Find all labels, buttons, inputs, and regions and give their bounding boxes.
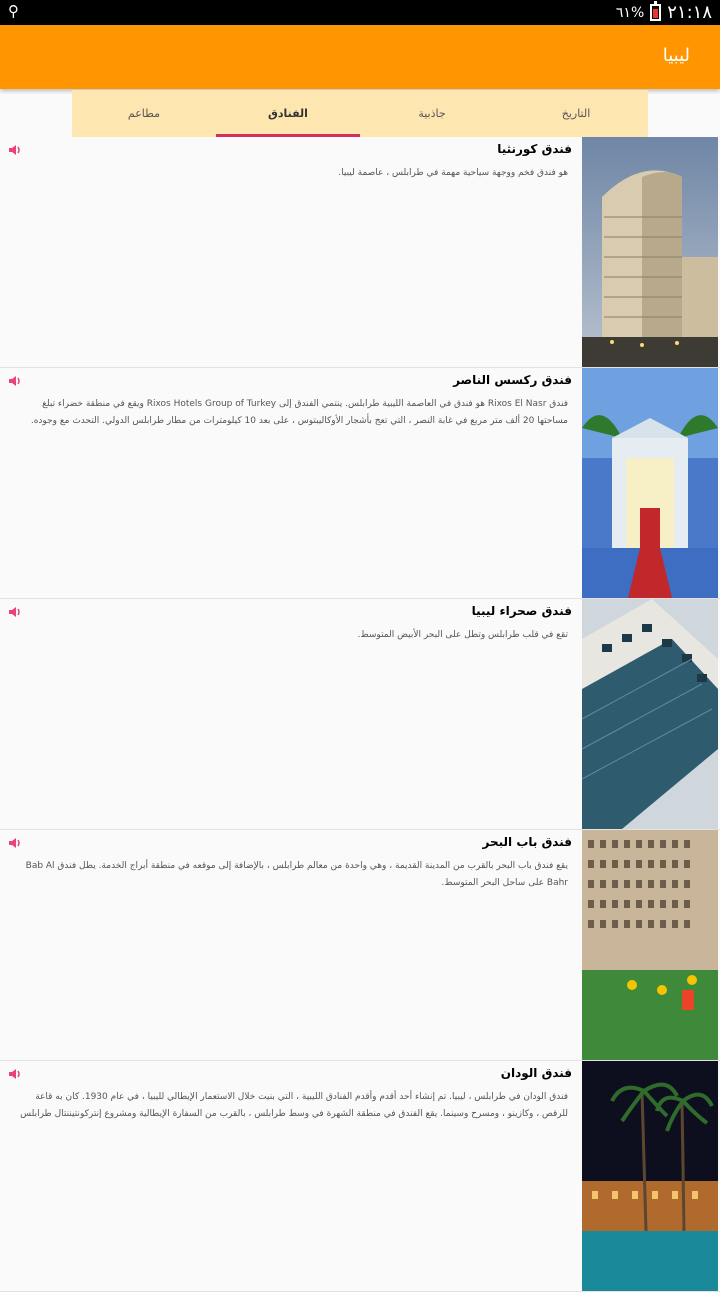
hotel-photo: [582, 830, 718, 1060]
item-description: تقع في قلب طرابلس وتطل على البحر الأبيض …: [357, 630, 568, 640]
tab-attractions[interactable]: جاذبية: [360, 90, 504, 137]
speaker-icon[interactable]: [8, 605, 24, 619]
list-item[interactable]: فندق كورنثيا هو فندق فخم ووجهة سياحية مه…: [0, 137, 720, 368]
item-description: يقع فندق باب البحر بالقرب من المدينة الق…: [25, 861, 568, 888]
tab-restaurants[interactable]: مطاعم: [72, 90, 216, 137]
hotel-list: فندق كورنثيا هو فندق فخم ووجهة سياحية مه…: [0, 137, 720, 1292]
battery-percent: ٦١%: [615, 4, 645, 21]
status-right: ٦١% ٢١:١٨: [616, 1, 712, 24]
speaker-icon[interactable]: [8, 143, 24, 157]
item-description: فندق الودان في طرابلس ، ليبيا. تم إنشاء …: [20, 1092, 568, 1119]
usb-icon: ⚲: [8, 2, 19, 20]
item-title: فندق كورنثيا: [497, 142, 572, 156]
list-item[interactable]: فندق صحراء ليبيا تقع في قلب طرابلس وتطل …: [0, 599, 720, 830]
item-title: فندق صحراء ليبيا: [471, 604, 572, 618]
status-bar: ⚲ ٦١% ٢١:١٨: [0, 0, 720, 25]
tab-hotels[interactable]: الفنادق: [216, 90, 360, 137]
item-description: هو فندق فخم ووجهة سياحية مهمة في طرابلس …: [338, 168, 568, 178]
clock: ٢١:١٨: [667, 2, 712, 23]
page-title: ليبيا: [662, 45, 690, 66]
tab-history[interactable]: التاريخ: [504, 90, 648, 137]
list-item[interactable]: فندق ركسس الناصر فندق Rixos El Nasr هو ف…: [0, 368, 720, 599]
app-bar: ليبيا: [0, 25, 720, 89]
list-item[interactable]: فندق الودان فندق الودان في طرابلس ، ليبي…: [0, 1061, 720, 1292]
speaker-icon[interactable]: [8, 374, 24, 388]
item-title: فندق باب البحر: [482, 835, 572, 849]
hotel-photo: [582, 137, 718, 367]
item-description: فندق Rixos El Nasr هو فندق في العاصمة ال…: [30, 399, 568, 426]
speaker-icon[interactable]: [8, 1067, 24, 1081]
list-item[interactable]: فندق باب البحر يقع فندق باب البحر بالقرب…: [0, 830, 720, 1061]
hotel-photo: [582, 599, 718, 829]
speaker-icon[interactable]: [8, 836, 24, 850]
hotel-photo: [582, 368, 718, 598]
item-title: فندق ركسس الناصر: [453, 373, 572, 387]
tab-bar: مطاعم الفنادق جاذبية التاريخ: [72, 90, 648, 137]
battery-icon: [650, 1, 662, 21]
item-title: فندق الودان: [500, 1066, 572, 1080]
hotel-photo: [582, 1061, 718, 1291]
